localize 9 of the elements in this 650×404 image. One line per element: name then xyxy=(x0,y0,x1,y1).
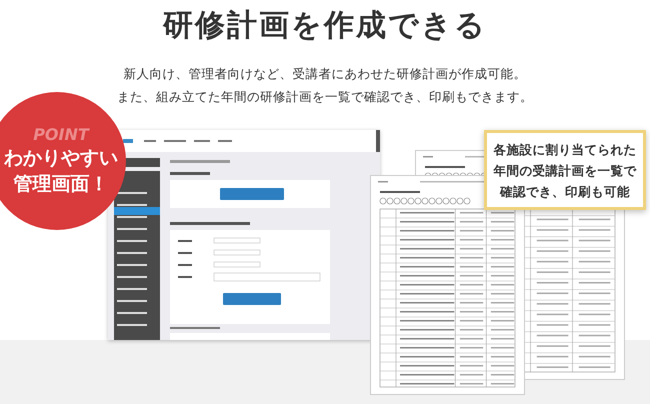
callout-text: 年間の受講計画を一覧で xyxy=(494,162,636,180)
description-text: また、組み立てた年間の研修計画を一覧で確認でき、印刷もできます。 xyxy=(117,88,533,106)
badge-text: わかりやすい xyxy=(4,146,118,171)
badge-label: POINT xyxy=(33,125,89,145)
callout-text: 各施設に割り当てられた xyxy=(494,140,636,158)
badge-text: 管理画面！ xyxy=(14,172,108,197)
page-title: 研修計画を作成できる xyxy=(163,7,487,45)
callout-text: 確認でき、印刷も可能 xyxy=(500,182,630,200)
description-text: 新人向け、管理者向けなど、受講者にあわせた研修計画が作成可能。 xyxy=(124,65,526,83)
